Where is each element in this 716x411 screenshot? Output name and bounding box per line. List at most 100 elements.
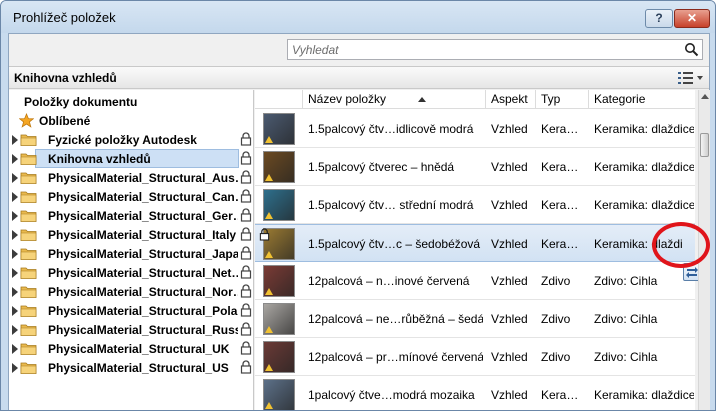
- tree-item-label: Fyzické položky Autodesk: [48, 133, 197, 147]
- tree-item[interactable]: PhysicalMaterial_Structural_Nor…: [9, 282, 253, 301]
- expand-arrow-icon[interactable]: [12, 325, 18, 335]
- material-thumbnail: [263, 189, 295, 221]
- cell-aspect: Vzhled: [491, 160, 528, 174]
- expand-arrow-icon[interactable]: [12, 192, 18, 202]
- help-button[interactable]: ?: [645, 9, 673, 28]
- tree-item[interactable]: PhysicalMaterial_Structural_Italy: [9, 225, 253, 244]
- search-icon[interactable]: [684, 42, 699, 57]
- grid-header: Název položky Aspekt Typ Kategorie: [255, 90, 695, 109]
- folder-icon: [20, 210, 37, 222]
- cell-type: Kera…: [541, 160, 579, 174]
- tree-header: Položky dokumentu: [9, 92, 253, 111]
- expand-arrow-icon[interactable]: [12, 306, 18, 316]
- column-header-aspect[interactable]: Aspekt: [485, 90, 535, 109]
- lock-icon: [259, 228, 270, 241]
- cell-aspect: Vzhled: [491, 350, 528, 364]
- tree-item[interactable]: PhysicalMaterial_Structural_Japan: [9, 244, 253, 263]
- search-box[interactable]: [287, 39, 703, 60]
- cell-category: Zdivo: Cihla: [594, 350, 658, 364]
- cell-name: 1.5palcový čtv… střední modrá: [308, 198, 474, 212]
- column-header-type[interactable]: Typ: [535, 90, 588, 109]
- tree-item-favorites[interactable]: Oblíbené: [9, 111, 253, 130]
- expand-arrow-icon[interactable]: [12, 249, 18, 259]
- expand-arrow-icon[interactable]: [12, 154, 18, 164]
- lock-icon: [240, 303, 252, 317]
- expand-arrow-icon[interactable]: [12, 211, 18, 221]
- folder-icon: [20, 286, 37, 298]
- warning-icon: [265, 212, 273, 219]
- warning-icon: [265, 402, 273, 409]
- cell-aspect: Vzhled: [491, 237, 528, 251]
- cell-aspect: Vzhled: [491, 198, 528, 212]
- expand-arrow-icon[interactable]: [12, 344, 18, 354]
- expand-arrow-icon[interactable]: [12, 363, 18, 373]
- table-row[interactable]: 1palcový čtve…modrá mozaika Vzhled Kera… Ke…: [255, 376, 695, 410]
- tree-item[interactable]: Fyzické položky Autodesk: [9, 130, 253, 149]
- table-row[interactable]: 1.5palcový čtv…c – šedobéžová Vzhled Kera……: [255, 224, 695, 262]
- search-bar: [9, 34, 709, 66]
- expand-arrow-icon[interactable]: [12, 230, 18, 240]
- cell-type: Kera…: [541, 237, 579, 251]
- tree-item[interactable]: PhysicalMaterial_Structural_UK: [9, 339, 253, 358]
- lock-icon: [240, 227, 252, 241]
- tree-item[interactable]: PhysicalMaterial_Structural_Net…: [9, 263, 253, 282]
- expand-arrow-icon[interactable]: [12, 135, 18, 145]
- table-row[interactable]: 1.5palcový čtv… střední modrá Vzhled Kera……: [255, 186, 695, 224]
- tree-item[interactable]: Knihovna vzhledů: [9, 149, 253, 168]
- tree-item[interactable]: PhysicalMaterial_Structural_US: [9, 358, 253, 377]
- tree-item-label: PhysicalMaterial_Structural_Russia: [48, 323, 238, 337]
- material-thumbnail: [263, 151, 295, 183]
- search-input[interactable]: [292, 42, 682, 57]
- tree-item-label: PhysicalMaterial_Structural_Aus…: [48, 171, 238, 185]
- tree-item-label: PhysicalMaterial_Structural_Can…: [48, 190, 238, 204]
- tree-item[interactable]: PhysicalMaterial_Structural_Pola…: [9, 301, 253, 320]
- folder-icon: [20, 191, 37, 203]
- cell-aspect: Vzhled: [491, 122, 528, 136]
- expand-arrow-icon[interactable]: [12, 173, 18, 183]
- table-row[interactable]: 12palcová – pr…mínové červená Vzhled Zdivo…: [255, 338, 695, 376]
- cell-type: Zdivo: [541, 350, 571, 364]
- lock-icon: [240, 246, 252, 260]
- material-thumbnail: [263, 379, 295, 410]
- expand-arrow-icon[interactable]: [12, 268, 18, 278]
- table-row[interactable]: 12palcová – ne…růběžná – šedá Vzhled Zdivo…: [255, 300, 695, 338]
- folder-icon: [20, 305, 37, 317]
- close-button[interactable]: ✕: [674, 9, 710, 28]
- lock-icon: [240, 341, 252, 355]
- table-row[interactable]: 1.5palcový čtv…idlicově modrá Vzhled Kera……: [255, 110, 695, 148]
- column-header-category[interactable]: Kategorie: [588, 90, 695, 109]
- material-thumbnail: [263, 341, 295, 373]
- warning-icon: [265, 136, 273, 143]
- cell-aspect: Vzhled: [491, 388, 528, 402]
- tree-item-label: PhysicalMaterial_Structural_UK: [48, 342, 230, 356]
- list-view-icon[interactable]: [677, 71, 703, 85]
- folder-icon: [20, 267, 37, 279]
- tree-item[interactable]: PhysicalMaterial_Structural_Russia: [9, 320, 253, 339]
- browser-client-area: Knihovna vzhledů Položky dokumentu Oblíb…: [8, 33, 710, 410]
- column-header-thumbnail: [255, 90, 302, 109]
- cell-category: Keramika: dlaždice: [594, 160, 694, 174]
- table-row[interactable]: 12palcová – n…inové červená Vzhled Zdivo Zd…: [255, 262, 695, 300]
- expand-arrow-icon[interactable]: [12, 287, 18, 297]
- tree-item-label: Knihovna vzhledů: [48, 152, 151, 166]
- sort-ascending-icon: [418, 97, 426, 102]
- cell-type: Zdivo: [541, 312, 571, 326]
- material-thumbnail: [263, 113, 295, 145]
- tree-item-label: PhysicalMaterial_Structural_Nor…: [48, 285, 238, 299]
- scroll-thumb[interactable]: [700, 133, 709, 157]
- table-row[interactable]: 1.5palcový čtverec – hnědá Vzhled Kera… Ker…: [255, 148, 695, 186]
- cell-name: 12palcová – pr…mínové červená: [308, 350, 483, 364]
- cell-type: Kera…: [541, 388, 579, 402]
- lock-icon: [240, 284, 252, 298]
- cell-aspect: Vzhled: [491, 312, 528, 326]
- tree-item[interactable]: PhysicalMaterial_Structural_Can…: [9, 187, 253, 206]
- scroll-up-arrow-icon[interactable]: [701, 94, 709, 99]
- cell-type: Kera…: [541, 122, 579, 136]
- title-bar[interactable]: Prohlížeč položek ? ✕: [1, 1, 715, 33]
- column-header-name[interactable]: Název položky: [302, 90, 485, 109]
- tree-item[interactable]: PhysicalMaterial_Structural_Ger…: [9, 206, 253, 225]
- tree-item-label: PhysicalMaterial_Structural_Italy: [48, 228, 237, 242]
- favorites-label: Oblíbené: [39, 114, 91, 128]
- tree-item[interactable]: PhysicalMaterial_Structural_Aus…: [9, 168, 253, 187]
- cell-category: Keramika: dlaždice: [594, 122, 694, 136]
